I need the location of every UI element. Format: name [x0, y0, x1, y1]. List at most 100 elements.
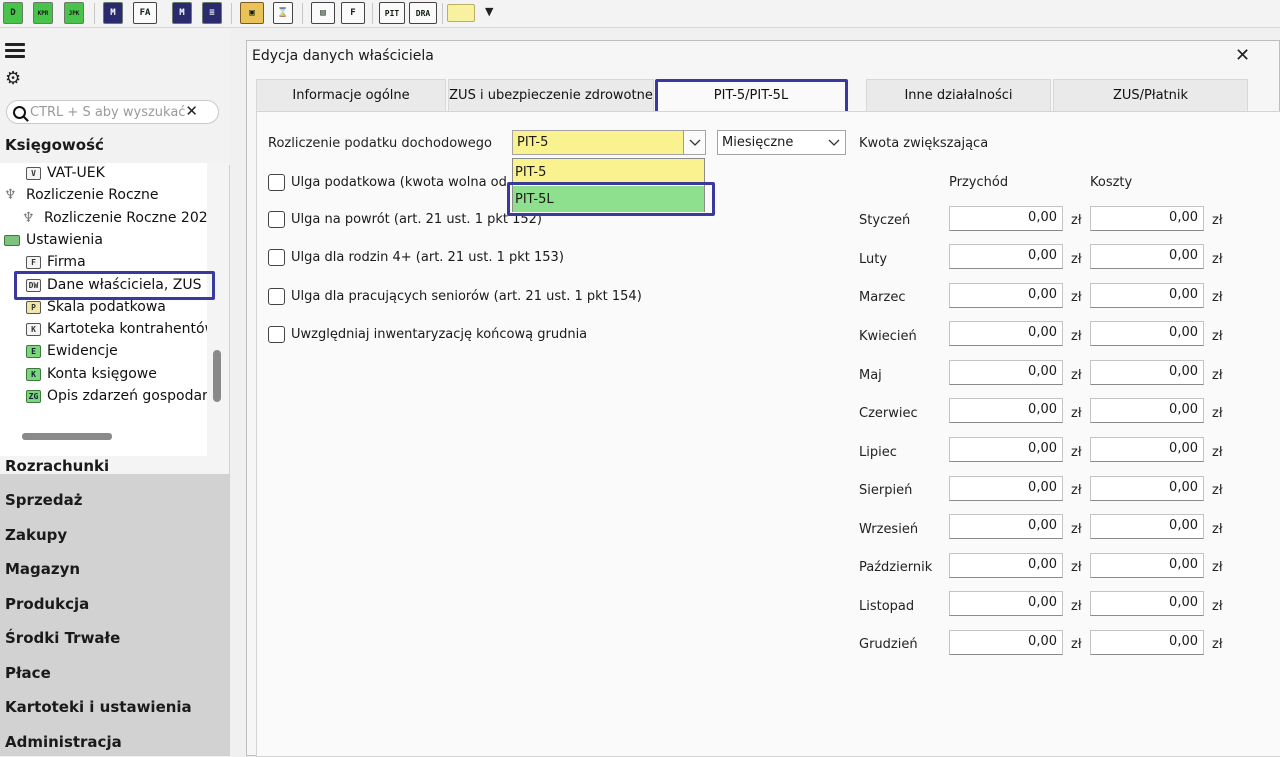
costs-input-luty[interactable]: 0,00 [1090, 244, 1204, 269]
tree-item-ustawienia[interactable]: Ustawienia [4, 232, 103, 248]
jpk-button[interactable]: JPK [64, 2, 84, 24]
section-srodki-trwale[interactable]: Środki Trwałe [5, 629, 120, 647]
income-input-wrzesien[interactable]: 0,00 [949, 514, 1063, 539]
currency-label: zł [1071, 329, 1082, 344]
kpr-button[interactable]: KPR [33, 2, 53, 24]
checkbox-ulga-seniorow[interactable]: Ulga dla pracujących seniorów (art. 21 u… [268, 288, 642, 305]
tree-item-konta-ksiegowe[interactable]: K Konta księgowe [26, 366, 157, 382]
tab-zus[interactable]: ZUS i ubezpieczenie zdrowotne [448, 79, 654, 111]
m-button[interactable]: M [103, 2, 123, 24]
checkbox-box[interactable] [268, 326, 285, 343]
d-button[interactable]: D [3, 2, 23, 24]
chevron-down-icon[interactable] [683, 131, 705, 154]
costs-column-header: Koszty [1090, 175, 1133, 190]
month-label: Październik [859, 560, 933, 575]
section-place[interactable]: Płace [5, 664, 51, 682]
note-button[interactable] [447, 4, 475, 22]
income-input-lipiec[interactable]: 0,00 [949, 437, 1063, 462]
costs-input-czerwiec[interactable]: 0,00 [1090, 398, 1204, 423]
costs-input-listopad[interactable]: 0,00 [1090, 591, 1204, 616]
income-input-styczen[interactable]: 0,00 [949, 206, 1063, 231]
checkbox-box[interactable] [268, 288, 285, 305]
extra-amount-label: Kwota zwiększająca [859, 136, 989, 151]
tree-item-kartoteka-kontrahentow[interactable]: K Kartoteka kontrahentów [26, 321, 207, 337]
timer-button[interactable]: ⌛ [273, 2, 293, 24]
toolbar-dropdown-icon[interactable]: ▼ [485, 5, 493, 18]
income-input-maj[interactable]: 0,00 [949, 360, 1063, 385]
income-input-kwiecien[interactable]: 0,00 [949, 321, 1063, 346]
chevron-down-icon[interactable] [823, 131, 845, 154]
list-button[interactable]: ≡ [202, 2, 222, 24]
tree-item-rozliczenie-roczne[interactable]: ♆ Rozliczenie Roczne [4, 187, 158, 203]
tree-item-label: Konta księgowe [47, 366, 157, 382]
pit-button[interactable]: PIT [379, 2, 405, 24]
costs-input-maj[interactable]: 0,00 [1090, 360, 1204, 385]
section-magazyn[interactable]: Magazyn [5, 560, 80, 578]
costs-input-sierpien[interactable]: 0,00 [1090, 476, 1204, 501]
settings-gears-icon[interactable]: ⚙ [5, 70, 21, 88]
tab-informacje-ogolne[interactable]: Informacje ogólne [256, 79, 446, 111]
eagle-icon: ♆ [22, 210, 35, 226]
tax-form-select[interactable]: PIT-5 [512, 130, 706, 155]
tree-item-vat-uek[interactable]: V VAT-UEK [26, 165, 105, 181]
highlight-tab-pit5 [655, 79, 848, 114]
docs-button[interactable]: ▤ [311, 2, 335, 24]
hamburger-menu-icon[interactable] [5, 43, 25, 59]
tree-item-ewidencje[interactable]: E Ewidencje [26, 343, 118, 359]
income-input-listopad[interactable]: 0,00 [949, 591, 1063, 616]
tree-horizontal-scroll-thumb[interactable] [22, 433, 112, 440]
checkbox-inwentaryzacja[interactable]: Uwzględniaj inwentaryzację końcową grudn… [268, 326, 587, 343]
m2-button[interactable]: M [172, 2, 192, 24]
section-produkcja[interactable]: Produkcja [5, 595, 89, 613]
section-ksiegowosc[interactable]: Księgowość [5, 136, 104, 154]
tree-vertical-scroll-thumb[interactable] [213, 350, 221, 402]
currency-label: zł [1212, 368, 1223, 383]
income-input-czerwiec[interactable]: 0,00 [949, 398, 1063, 423]
tree-vertical-scrollbar[interactable] [207, 163, 229, 456]
currency-label: zł [1071, 483, 1082, 498]
tree-item-firma[interactable]: F Firma [26, 254, 86, 270]
costs-input-wrzesien[interactable]: 0,00 [1090, 514, 1204, 539]
income-input-marzec[interactable]: 0,00 [949, 283, 1063, 308]
currency-label: zł [1212, 560, 1223, 575]
tax-settlement-label: Rozliczenie podatku dochodowego [268, 136, 493, 151]
checkbox-ulga-na-powrot[interactable]: Ulga na powrót (art. 21 ust. 1 pkt 152) [268, 211, 542, 228]
dra-button[interactable]: DRA [409, 2, 437, 24]
costs-input-pazdziernik[interactable]: 0,00 [1090, 553, 1204, 578]
tree-item-opis-zdarzen[interactable]: ZG Opis zdarzeń gospodarc [26, 388, 207, 404]
currency-label: zł [1071, 522, 1082, 537]
section-kartoteki[interactable]: Kartoteki i ustawienia [5, 698, 192, 716]
costs-input-kwiecien[interactable]: 0,00 [1090, 321, 1204, 346]
currency-label: zł [1212, 522, 1223, 537]
period-select[interactable]: Miesięczne [717, 130, 846, 155]
section-administracja[interactable]: Administracja [5, 733, 122, 751]
checkbox-box[interactable] [268, 174, 285, 191]
section-zakupy[interactable]: Zakupy [5, 526, 67, 544]
currency-label: zł [1212, 637, 1223, 652]
currency-label: zł [1071, 445, 1082, 460]
search-input[interactable]: CTRL + S aby wyszukać ✕ [6, 100, 219, 124]
costs-input-styczen[interactable]: 0,00 [1090, 206, 1204, 231]
events-icon: ZG [26, 389, 41, 403]
section-sprzedaz[interactable]: Sprzedaż [5, 491, 82, 509]
tab-zus-platnik[interactable]: ZUS/Płatnik [1053, 79, 1248, 111]
costs-input-lipiec[interactable]: 0,00 [1090, 437, 1204, 462]
costs-input-marzec[interactable]: 0,00 [1090, 283, 1204, 308]
income-input-sierpien[interactable]: 0,00 [949, 476, 1063, 501]
tab-inne-dzialalnosci[interactable]: Inne działalności [866, 79, 1051, 111]
income-input-luty[interactable]: 0,00 [949, 244, 1063, 269]
checkbox-box[interactable] [268, 249, 285, 266]
tree-item-skala-podatkowa[interactable]: P Skala podatkowa [26, 299, 166, 315]
tree-item-rozliczenie-roczne-2023[interactable]: ♆ Rozliczenie Roczne 2023 [22, 210, 207, 226]
folder-button[interactable]: ▣ [240, 2, 264, 24]
income-input-grudzien[interactable]: 0,00 [949, 630, 1063, 655]
checkbox-ulga-dla-rodzin[interactable]: Ulga dla rodzin 4+ (art. 21 ust. 1 pkt 1… [268, 249, 564, 266]
income-input-pazdziernik[interactable]: 0,00 [949, 553, 1063, 578]
costs-input-grudzien[interactable]: 0,00 [1090, 630, 1204, 655]
section-rozrachunki[interactable]: Rozrachunki [5, 457, 109, 475]
clear-search-icon[interactable]: ✕ [185, 102, 198, 120]
fa-button[interactable]: FA [133, 2, 157, 24]
close-icon[interactable]: ✕ [1235, 45, 1250, 66]
checkbox-box[interactable] [268, 211, 285, 228]
f-button[interactable]: F [341, 2, 365, 24]
